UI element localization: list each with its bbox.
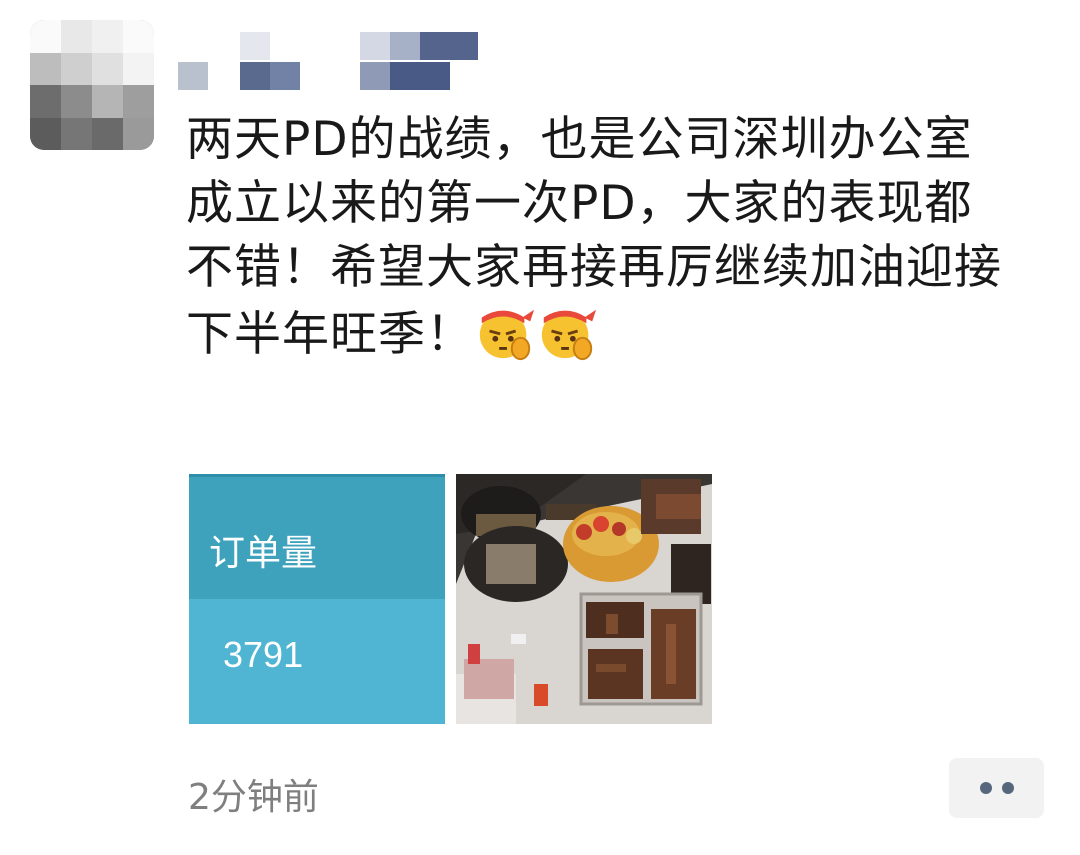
author-name[interactable] <box>178 28 508 92</box>
post-timestamp: 2分钟前 <box>188 777 319 818</box>
post-text: 两天PD的战绩，也是公司深圳办公室成立以来的第一次PD，大家的表现都不错！希望大… <box>186 108 1016 367</box>
more-actions-button[interactable] <box>949 758 1044 818</box>
determined-face-emoji <box>536 300 598 362</box>
ellipsis-icon <box>979 782 992 794</box>
avatar[interactable] <box>30 20 154 150</box>
order-count-label: 订单量 <box>209 532 318 573</box>
order-count-value: 3791 <box>223 634 304 675</box>
determined-face-emoji <box>474 300 536 362</box>
ellipsis-icon <box>1001 782 1014 794</box>
food-photo[interactable] <box>456 474 712 724</box>
order-count-image[interactable]: 订单量 3791 <box>189 474 445 724</box>
